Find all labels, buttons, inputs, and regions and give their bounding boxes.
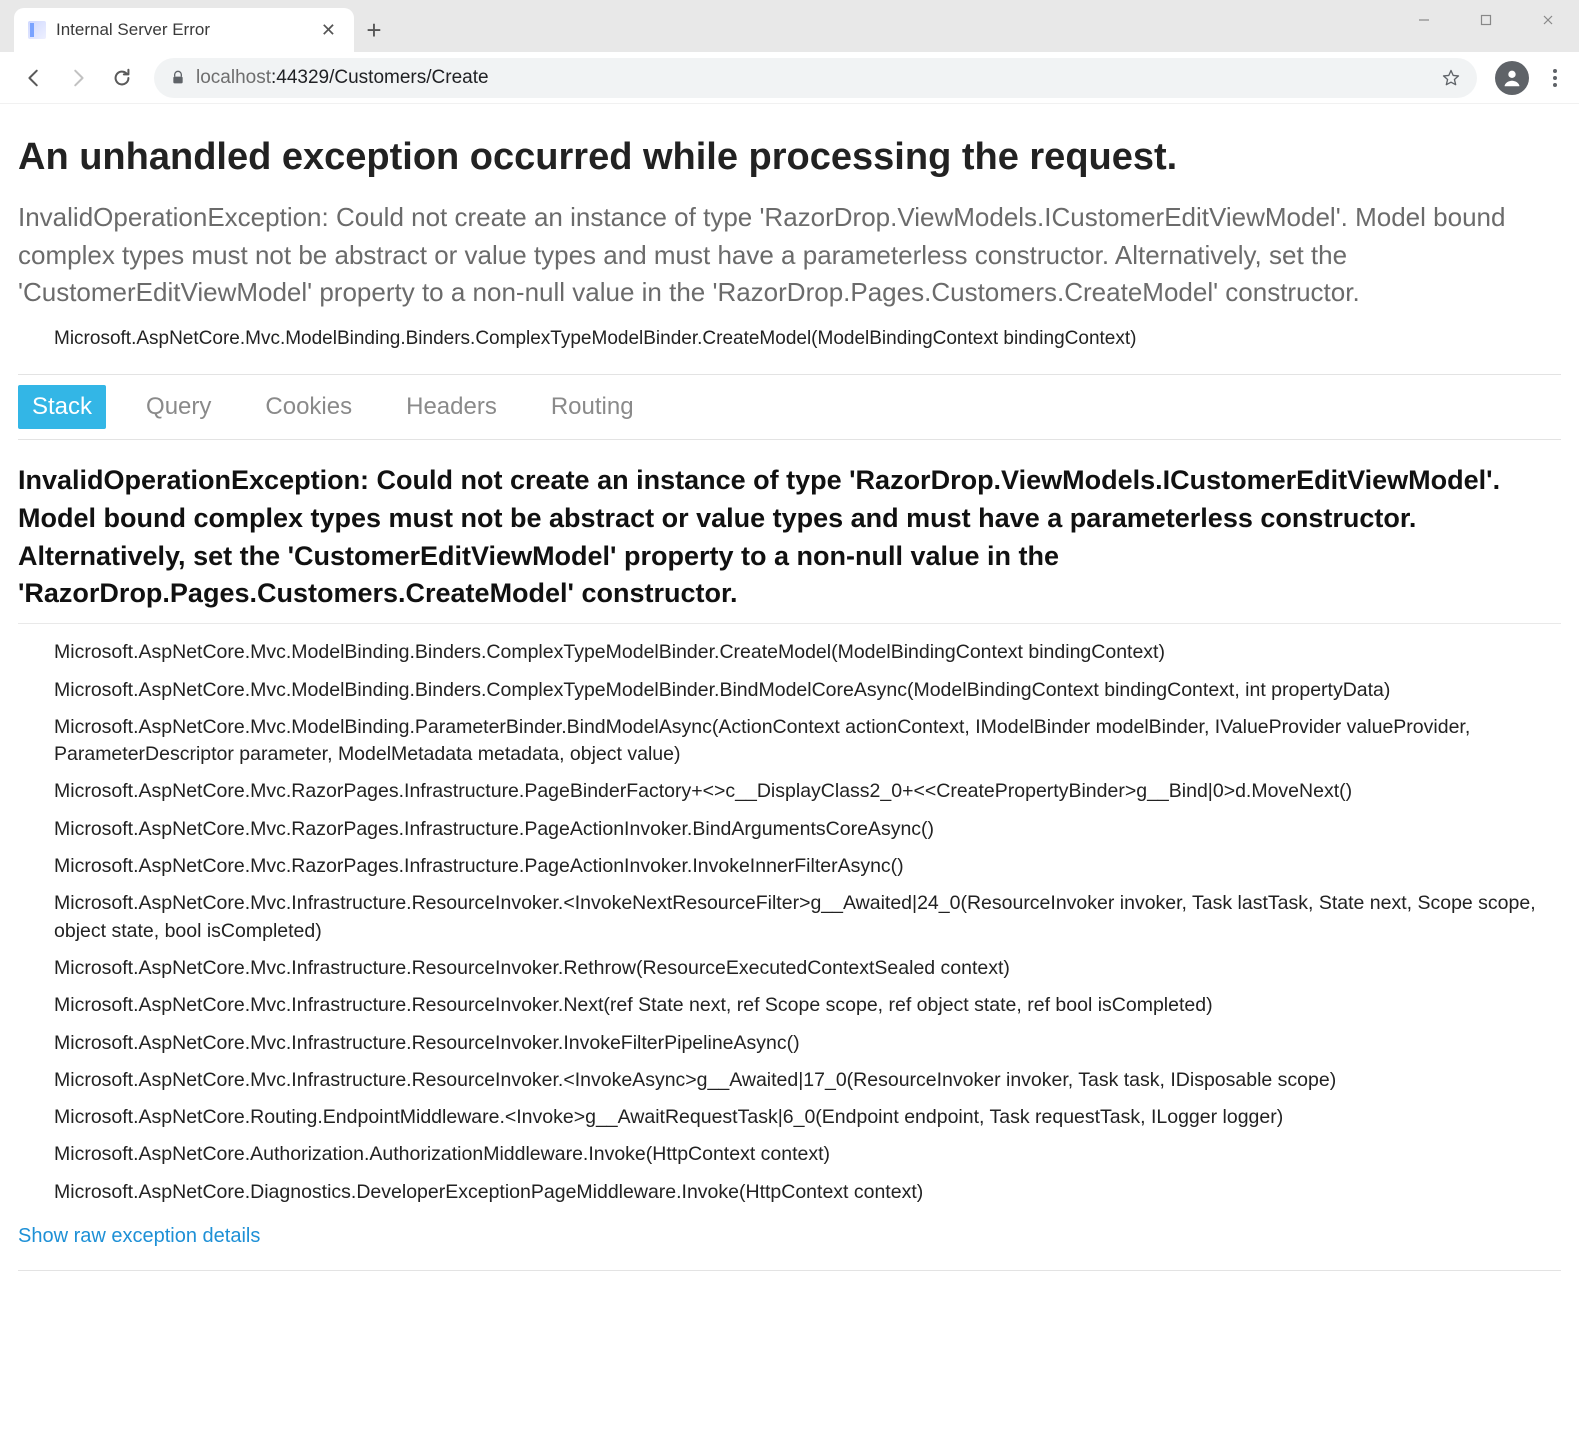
show-raw-exception-link[interactable]: Show raw exception details [18,1211,260,1266]
browser-tab[interactable]: Internal Server Error ✕ [14,8,354,52]
profile-avatar[interactable] [1495,61,1529,95]
reload-button[interactable] [104,60,140,96]
url-field[interactable]: localhost:44329/Customers/Create [154,58,1477,98]
divider [18,623,1561,624]
divider [18,1270,1561,1271]
stack-frame[interactable]: Microsoft.AspNetCore.Mvc.RazorPages.Infr… [54,848,1561,885]
minimize-button[interactable] [1393,0,1455,40]
stack-frame[interactable]: Microsoft.AspNetCore.Authorization.Autho… [54,1136,1561,1173]
url-text: localhost:44329/Customers/Create [196,67,489,89]
error-title: An unhandled exception occurred while pr… [18,136,1561,179]
stack-frame[interactable]: Microsoft.AspNetCore.Mvc.ModelBinding.Pa… [54,709,1561,774]
bookmark-star-icon[interactable] [1441,68,1461,88]
tab-title: Internal Server Error [56,20,307,40]
close-window-button[interactable] [1517,0,1579,40]
menu-kebab-icon[interactable] [1541,61,1569,95]
stack-frame[interactable]: Microsoft.AspNetCore.Mvc.Infrastructure.… [54,950,1561,987]
new-tab-button[interactable]: + [354,8,394,52]
stack-frame[interactable]: Microsoft.AspNetCore.Mvc.Infrastructure.… [54,885,1561,950]
favicon-icon [28,21,46,39]
exception-detail-header: InvalidOperationException: Could not cre… [18,462,1561,613]
stack-frame[interactable]: Microsoft.AspNetCore.Mvc.Infrastructure.… [54,1062,1561,1099]
address-bar: localhost:44329/Customers/Create [0,52,1579,104]
stack-frame[interactable]: Microsoft.AspNetCore.Diagnostics.Develop… [54,1174,1561,1211]
tab-close-icon[interactable]: ✕ [317,20,340,41]
tab-query[interactable]: Query [132,385,225,429]
stack-frame[interactable]: Microsoft.AspNetCore.Mvc.RazorPages.Infr… [54,811,1561,848]
tab-headers[interactable]: Headers [392,385,511,429]
window-titlebar: Internal Server Error ✕ + [0,0,1579,52]
error-summary: InvalidOperationException: Could not cre… [18,199,1561,312]
stack-frame[interactable]: Microsoft.AspNetCore.Mvc.Infrastructure.… [54,987,1561,1024]
error-top-frame: Microsoft.AspNetCore.Mvc.ModelBinding.Bi… [18,320,1561,364]
tab-stack[interactable]: Stack [18,385,106,429]
stack-trace-list: Microsoft.AspNetCore.Mvc.ModelBinding.Bi… [18,634,1561,1211]
forward-button[interactable] [60,60,96,96]
stack-frame[interactable]: Microsoft.AspNetCore.Mvc.ModelBinding.Bi… [54,672,1561,709]
url-path: :44329/Customers/Create [271,67,489,88]
back-button[interactable] [16,60,52,96]
lock-icon [170,70,186,86]
tab-cookies[interactable]: Cookies [251,385,366,429]
url-host: localhost [196,67,271,88]
stack-frame[interactable]: Microsoft.AspNetCore.Mvc.ModelBinding.Bi… [54,634,1561,671]
diagnostic-tabs: Stack Query Cookies Headers Routing [18,375,1561,440]
maximize-button[interactable] [1455,0,1517,40]
stack-frame[interactable]: Microsoft.AspNetCore.Mvc.RazorPages.Infr… [54,773,1561,810]
window-controls [1393,0,1579,40]
stack-frame[interactable]: Microsoft.AspNetCore.Mvc.Infrastructure.… [54,1025,1561,1062]
error-page: An unhandled exception occurred while pr… [0,104,1579,1271]
tab-routing[interactable]: Routing [537,385,648,429]
stack-frame[interactable]: Microsoft.AspNetCore.Routing.EndpointMid… [54,1099,1561,1136]
